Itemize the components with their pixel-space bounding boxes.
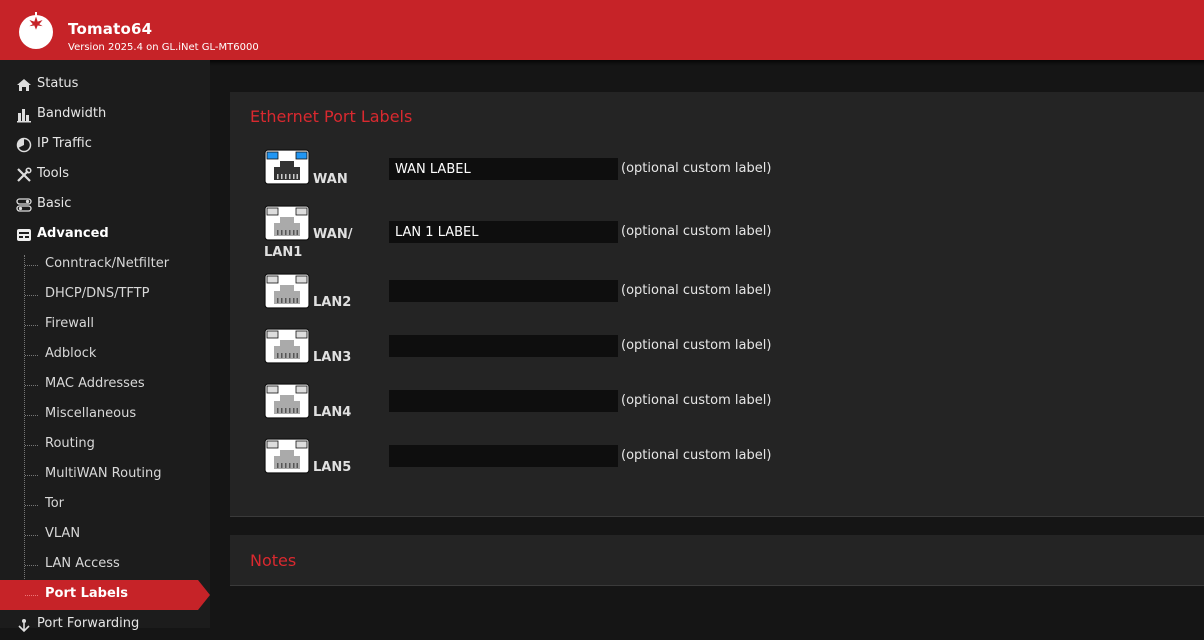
sidebar-subitem-conntrack[interactable]: Conntrack/Netfilter <box>0 250 210 280</box>
sidebar-subitem-label: Adblock <box>45 346 97 361</box>
sidebar-item-label: Port Forwarding <box>37 616 140 631</box>
sidebar-item-port-forwarding[interactable]: Port Forwarding <box>0 610 210 640</box>
tree-dash <box>25 355 38 356</box>
sidebar-item-status[interactable]: Status <box>0 70 210 100</box>
sidebar-subitem-tor[interactable]: Tor <box>0 490 210 520</box>
port-hint: (optional custom label) <box>621 338 772 353</box>
port-name: LAN2 <box>313 295 352 310</box>
sidebar-subitem-lan-access[interactable]: LAN Access <box>0 550 210 580</box>
tree-dash <box>25 295 38 296</box>
sidebar-subitem-label: VLAN <box>45 526 81 541</box>
port-label-input-lan2[interactable] <box>389 280 618 302</box>
app-version: Version 2025.4 on GL.iNet GL-MT6000 <box>68 42 259 53</box>
port-name: LAN5 <box>313 460 352 475</box>
sidebar-subitem-label: Firewall <box>45 316 95 331</box>
sidebar-subitem-label: DHCP/DNS/TFTP <box>45 286 150 301</box>
bar-chart-icon <box>17 109 31 123</box>
port-hint: (optional custom label) <box>621 224 772 239</box>
app-header: Tomato64 Version 2025.4 on GL.iNet GL-MT… <box>0 0 1204 66</box>
tree-dash <box>25 265 38 266</box>
port-hint: (optional custom label) <box>621 393 772 408</box>
sidebar-subitem-label: Miscellaneous <box>45 406 137 421</box>
ethernet-port-labels-panel: Ethernet Port Labels WAN (optional custo… <box>230 92 1204 517</box>
ethernet-port-icon <box>264 438 310 474</box>
ethernet-port-icon <box>264 383 310 419</box>
sidebar-item-label: IP Traffic <box>37 136 92 151</box>
sidebar-subitem-routing[interactable]: Routing <box>0 430 210 460</box>
section-title: Ethernet Port Labels <box>250 107 413 126</box>
sidebar-subitem-label: Tor <box>45 496 65 511</box>
sidebar-subitem-port-labels[interactable]: Port Labels <box>0 580 210 610</box>
sidebar-item-label: Tools <box>37 166 70 181</box>
tree-dash <box>25 565 38 566</box>
sidebar-subitem-label: MAC Addresses <box>45 376 145 391</box>
sidebar-item-ip-traffic[interactable]: IP Traffic <box>0 130 210 160</box>
port-name: LAN4 <box>313 405 352 420</box>
toggles-icon <box>16 198 32 212</box>
advanced-icon <box>17 229 31 241</box>
tree-dash <box>25 595 38 596</box>
sidebar-subitem-miscellaneous[interactable]: Miscellaneous <box>0 400 210 430</box>
tree-dash <box>25 475 38 476</box>
sidebar-item-label: Advanced <box>37 226 109 241</box>
sidebar-item-advanced[interactable]: Advanced <box>0 220 210 250</box>
port-forward-icon <box>18 619 30 633</box>
sidebar-subitem-label: MultiWAN Routing <box>45 466 162 481</box>
sidebar-item-tools[interactable]: Tools <box>0 160 210 190</box>
sidebar-subitem-multiwan-routing[interactable]: MultiWAN Routing <box>0 460 210 490</box>
port-name: LAN3 <box>313 350 352 365</box>
sidebar-item-label: Basic <box>37 196 72 211</box>
sidebar-subitem-label: Conntrack/Netfilter <box>45 256 170 271</box>
sidebar-subitem-mac-addresses[interactable]: MAC Addresses <box>0 370 210 400</box>
app-title: Tomato64 <box>68 20 153 38</box>
port-label-input-lan3[interactable] <box>389 335 618 357</box>
pie-icon <box>16 137 32 153</box>
sidebar-subitem-adblock[interactable]: Adblock <box>0 340 210 370</box>
port-name-line2: LAN1 <box>264 245 303 260</box>
sidebar-subitem-firewall[interactable]: Firewall <box>0 310 210 340</box>
port-hint: (optional custom label) <box>621 448 772 463</box>
tools-icon <box>17 167 32 182</box>
port-name: WAN/ <box>313 227 353 242</box>
tree-dash <box>25 385 38 386</box>
tree-dash <box>25 325 38 326</box>
port-name: WAN <box>313 172 348 187</box>
ethernet-port-icon <box>264 205 310 241</box>
port-label-input-wan[interactable] <box>389 158 618 180</box>
sidebar-subitem-label: Routing <box>45 436 95 451</box>
port-label-input-lan5[interactable] <box>389 445 618 467</box>
notes-title[interactable]: Notes <box>250 551 296 570</box>
sidebar: Status Bandwidth IP Traffic Tools Basic … <box>0 60 210 633</box>
sidebar-subitem-label: Port Labels <box>45 586 128 601</box>
sidebar-item-label: Status <box>37 76 79 91</box>
sidebar-item-bandwidth[interactable]: Bandwidth <box>0 100 210 130</box>
port-hint: (optional custom label) <box>621 283 772 298</box>
ethernet-port-wan-icon <box>264 149 310 185</box>
port-hint: (optional custom label) <box>621 161 772 176</box>
sidebar-item-label: Bandwidth <box>37 106 107 121</box>
ethernet-port-icon <box>264 273 310 309</box>
port-label-input-lan4[interactable] <box>389 390 618 412</box>
tree-dash <box>25 535 38 536</box>
tomato-logo-icon[interactable] <box>16 10 56 50</box>
sidebar-subitem-vlan[interactable]: VLAN <box>0 520 210 550</box>
sidebar-subitem-label: LAN Access <box>45 556 120 571</box>
tree-dash <box>25 505 38 506</box>
notes-panel[interactable]: Notes <box>230 535 1204 586</box>
ethernet-port-icon <box>264 328 310 364</box>
sidebar-item-basic[interactable]: Basic <box>0 190 210 220</box>
tree-dash <box>25 445 38 446</box>
home-icon <box>17 79 31 91</box>
sidebar-subitem-dhcp-dns-tftp[interactable]: DHCP/DNS/TFTP <box>0 280 210 310</box>
port-label-input-wan-lan1[interactable] <box>389 221 618 243</box>
tree-dash <box>25 415 38 416</box>
